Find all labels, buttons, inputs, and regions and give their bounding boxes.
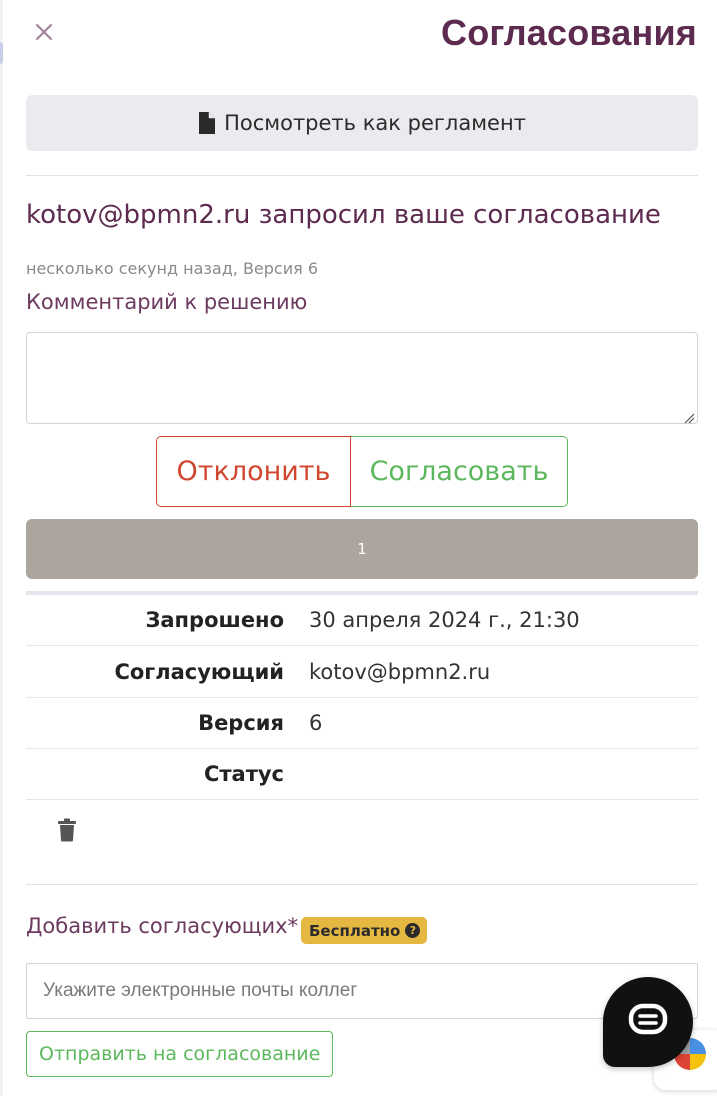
details-value: kotov@bpmn2.ru <box>309 660 491 684</box>
resize-grip-icon[interactable] <box>683 409 695 428</box>
request-title: kotov@bpmn2.ru запросил ваше согласовани… <box>26 200 661 230</box>
request-meta: несколько секунд назад, Версия 6 <box>26 259 319 278</box>
left-edge-marker <box>0 42 3 64</box>
approve-button[interactable]: Согласовать <box>351 436 568 507</box>
free-badge-label: Бесплатно <box>309 921 401 940</box>
approver-emails-input[interactable] <box>26 963 698 1019</box>
chat-widget-button[interactable] <box>603 977 693 1067</box>
comment-textarea[interactable] <box>26 332 698 424</box>
panel-title: Согласования <box>441 12 697 53</box>
question-circle-icon[interactable]: ? <box>405 923 421 938</box>
trash-icon[interactable] <box>57 818 77 846</box>
file-icon <box>198 111 216 135</box>
details-row-approver: Согласующий kotov@bpmn2.ru <box>26 647 698 698</box>
progress-label: 1 <box>357 540 367 558</box>
details-value: 30 апреля 2024 г., 21:30 <box>309 608 580 632</box>
approvals-panel: Согласования Посмотреть как регламент ko… <box>0 0 717 1096</box>
close-icon[interactable] <box>33 21 55 43</box>
details-value: 6 <box>309 711 323 735</box>
details-row-status: Статус <box>26 749 698 800</box>
details-key: Версия <box>198 711 284 735</box>
divider <box>26 884 698 885</box>
view-button-label: Посмотреть как регламент <box>224 111 526 135</box>
reject-button[interactable]: Отклонить <box>156 436 351 507</box>
free-badge: Бесплатно ? <box>301 917 428 944</box>
approval-progress-bar: 1 <box>26 519 698 579</box>
comment-label: Комментарий к решению <box>26 290 308 314</box>
details-key: Согласующий <box>114 660 284 684</box>
details-key: Запрошено <box>145 608 284 632</box>
details-row-requested: Запрошено 30 апреля 2024 г., 21:30 <box>26 595 698 646</box>
chat-icon <box>628 1003 668 1041</box>
details-key: Статус <box>203 762 284 786</box>
left-edge <box>0 0 3 1096</box>
send-for-approval-button[interactable]: Отправить на согласование <box>26 1031 334 1077</box>
add-approvers-label: Добавить согласующих* <box>26 914 299 938</box>
divider <box>26 175 698 176</box>
decision-button-group: Отклонить Согласовать <box>156 436 568 507</box>
details-row-version: Версия 6 <box>26 698 698 749</box>
view-as-regulation-button[interactable]: Посмотреть как регламент <box>26 95 698 151</box>
